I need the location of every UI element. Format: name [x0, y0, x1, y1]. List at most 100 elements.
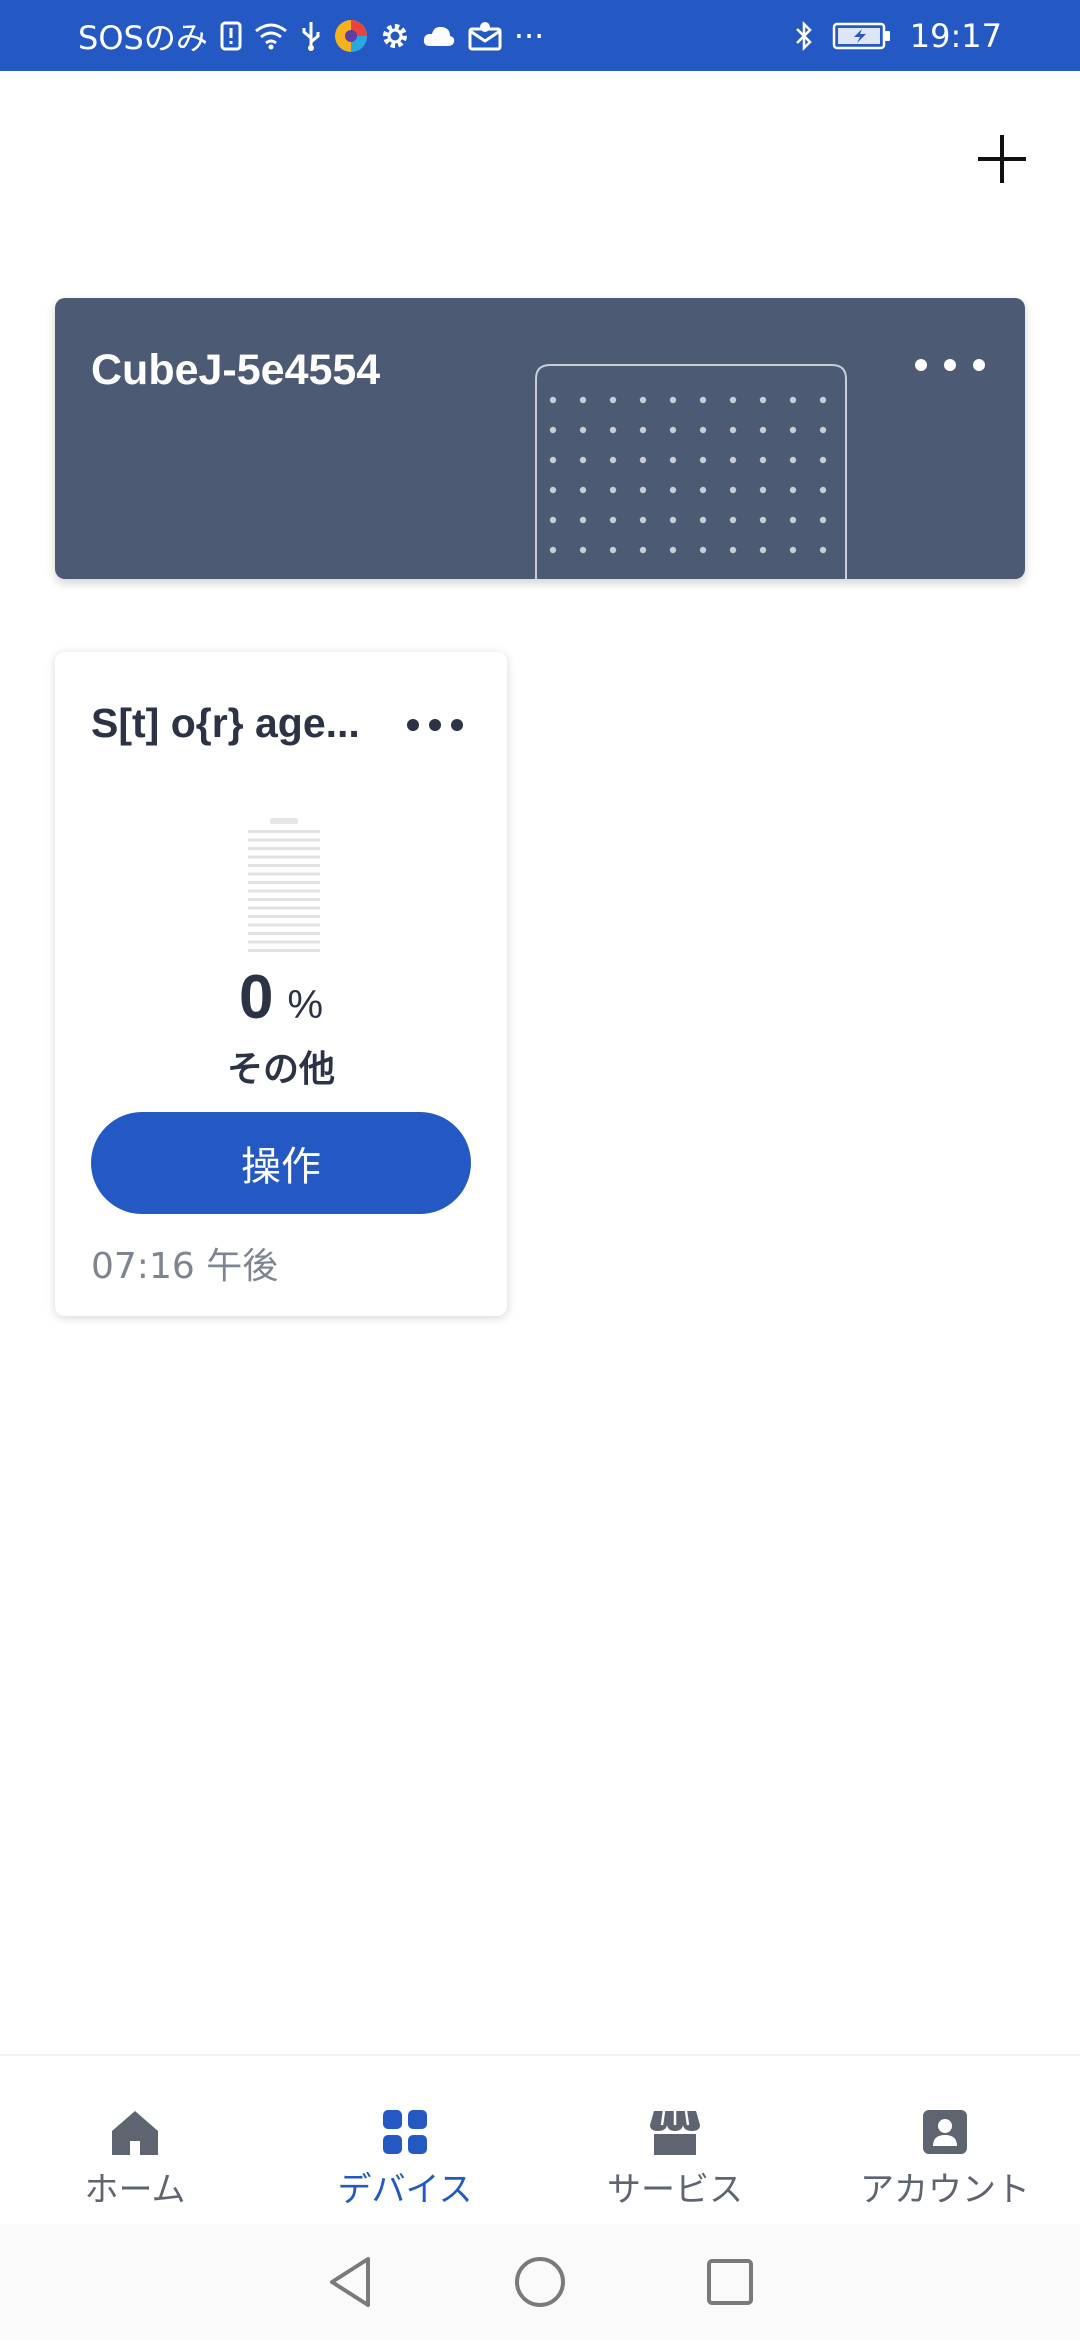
- add-device-button[interactable]: [968, 125, 1036, 193]
- hub-card[interactable]: CubeJ-5e4554: [55, 298, 1025, 579]
- home-icon: [110, 2108, 160, 2156]
- back-triangle-icon: [330, 2257, 370, 2307]
- battery-stripe: [248, 949, 320, 952]
- sim-alert-icon: [220, 21, 242, 51]
- hub-grid-dot: [609, 426, 617, 434]
- hub-grid-dot: [579, 456, 587, 464]
- hub-grid-dot: [669, 486, 677, 494]
- hub-grid-dot: [819, 546, 827, 554]
- battery-stripe: [248, 923, 320, 927]
- hub-grid-dot: [699, 396, 707, 404]
- hub-grid-dot: [549, 516, 557, 524]
- hub-grid-dot: [609, 396, 617, 404]
- bluetooth-icon: [794, 20, 814, 52]
- hub-grid-dot: [639, 426, 647, 434]
- percent-unit: %: [287, 983, 324, 1027]
- hub-grid-dot: [819, 426, 827, 434]
- hub-grid-dot: [699, 426, 707, 434]
- recents-button[interactable]: [700, 2252, 760, 2312]
- battery-stripe: [248, 855, 320, 859]
- back-button[interactable]: [320, 2252, 380, 2312]
- hub-grid-dot: [759, 486, 767, 494]
- hub-grid-dot: [699, 486, 707, 494]
- account-icon: [923, 2108, 967, 2156]
- hub-grid-dot: [639, 456, 647, 464]
- hub-grid-dot: [789, 396, 797, 404]
- battery-stripe: [248, 915, 320, 918]
- hub-device-icon: [535, 364, 847, 579]
- hub-grid-dot: [579, 546, 587, 554]
- hub-grid-dot: [579, 486, 587, 494]
- battery-stripe: [248, 872, 320, 876]
- battery-stripe: [248, 906, 320, 910]
- mail-icon: [468, 21, 502, 51]
- hub-grid-dot: [669, 426, 677, 434]
- hub-more-button[interactable]: [915, 350, 985, 380]
- store-icon: [650, 2108, 700, 2156]
- battery-stripe: [248, 864, 320, 867]
- operate-button[interactable]: 操作: [91, 1112, 471, 1214]
- battery-stripe: [248, 847, 320, 850]
- recents-square-icon: [707, 2259, 753, 2305]
- hub-grid-dot: [729, 486, 737, 494]
- device-more-button[interactable]: [407, 718, 463, 732]
- more-dot: [451, 719, 463, 731]
- nav-item-home[interactable]: ホーム: [0, 2056, 270, 2224]
- nav-item-account[interactable]: アカウント: [810, 2056, 1080, 2224]
- hub-grid-dot: [669, 396, 677, 404]
- hub-grid-dot: [789, 546, 797, 554]
- nav-item-devices[interactable]: デバイス: [270, 2056, 540, 2224]
- hub-grid-dot: [639, 486, 647, 494]
- nav-label-services: サービス: [607, 2170, 743, 2210]
- hub-grid-dot: [819, 396, 827, 404]
- usb-icon: [300, 20, 322, 52]
- hub-grid-dot: [729, 456, 737, 464]
- hub-grid-dot: [699, 516, 707, 524]
- battery-stripe: [248, 898, 320, 901]
- hub-grid-dot: [759, 426, 767, 434]
- device-name: S[t] o{r} age...: [91, 700, 360, 746]
- hub-grid-dot: [729, 546, 737, 554]
- hub-grid-dot: [669, 516, 677, 524]
- hub-grid-dot: [699, 456, 707, 464]
- hub-grid-dot: [609, 456, 617, 464]
- home-system-button[interactable]: [510, 2252, 570, 2312]
- nav-item-services[interactable]: サービス: [540, 2056, 810, 2224]
- hub-grid-dot: [669, 546, 677, 554]
- hub-grid-dot: [549, 456, 557, 464]
- cloud-icon: [422, 24, 456, 48]
- hub-grid-dot: [729, 516, 737, 524]
- hub-grid-dot: [819, 486, 827, 494]
- clock: 19:17: [909, 16, 1002, 55]
- more-dot: [944, 359, 956, 371]
- hub-grid-dot: [639, 396, 647, 404]
- more-dot: [973, 359, 985, 371]
- device-card[interactable]: S[t] o{r} age... 0 % その他 操作 07:16 午後: [55, 652, 507, 1316]
- hub-title: CubeJ-5e4554: [91, 346, 381, 394]
- carrier-label: SOSのみ: [78, 18, 208, 57]
- nav-label-home: ホーム: [84, 2170, 186, 2210]
- hub-grid-dot: [699, 546, 707, 554]
- hub-grid-dot: [639, 546, 647, 554]
- hub-grid-dot: [819, 456, 827, 464]
- hub-grid-dot: [549, 396, 557, 404]
- more-dot: [429, 719, 441, 731]
- hub-grid-dot: [789, 516, 797, 524]
- hub-grid-dot: [789, 486, 797, 494]
- hub-grid-dot: [759, 516, 767, 524]
- battery-stripe: [248, 838, 320, 842]
- hub-grid-dot: [669, 456, 677, 464]
- hub-grid-dot: [549, 426, 557, 434]
- battery-stripe: [248, 940, 320, 944]
- gear-icon: [380, 21, 410, 51]
- hub-grid-dot: [639, 516, 647, 524]
- plus-icon: [978, 135, 1026, 183]
- hub-grid-dot: [579, 396, 587, 404]
- hub-grid-dot: [579, 516, 587, 524]
- hub-grid-dot: [789, 456, 797, 464]
- hub-grid-dot: [819, 516, 827, 524]
- battery-charging-icon: [832, 21, 892, 51]
- nav-label-devices: デバイス: [337, 2170, 473, 2210]
- last-updated-timestamp: 07:16 午後: [91, 1246, 279, 1287]
- system-navigation-bar: [0, 2224, 1080, 2340]
